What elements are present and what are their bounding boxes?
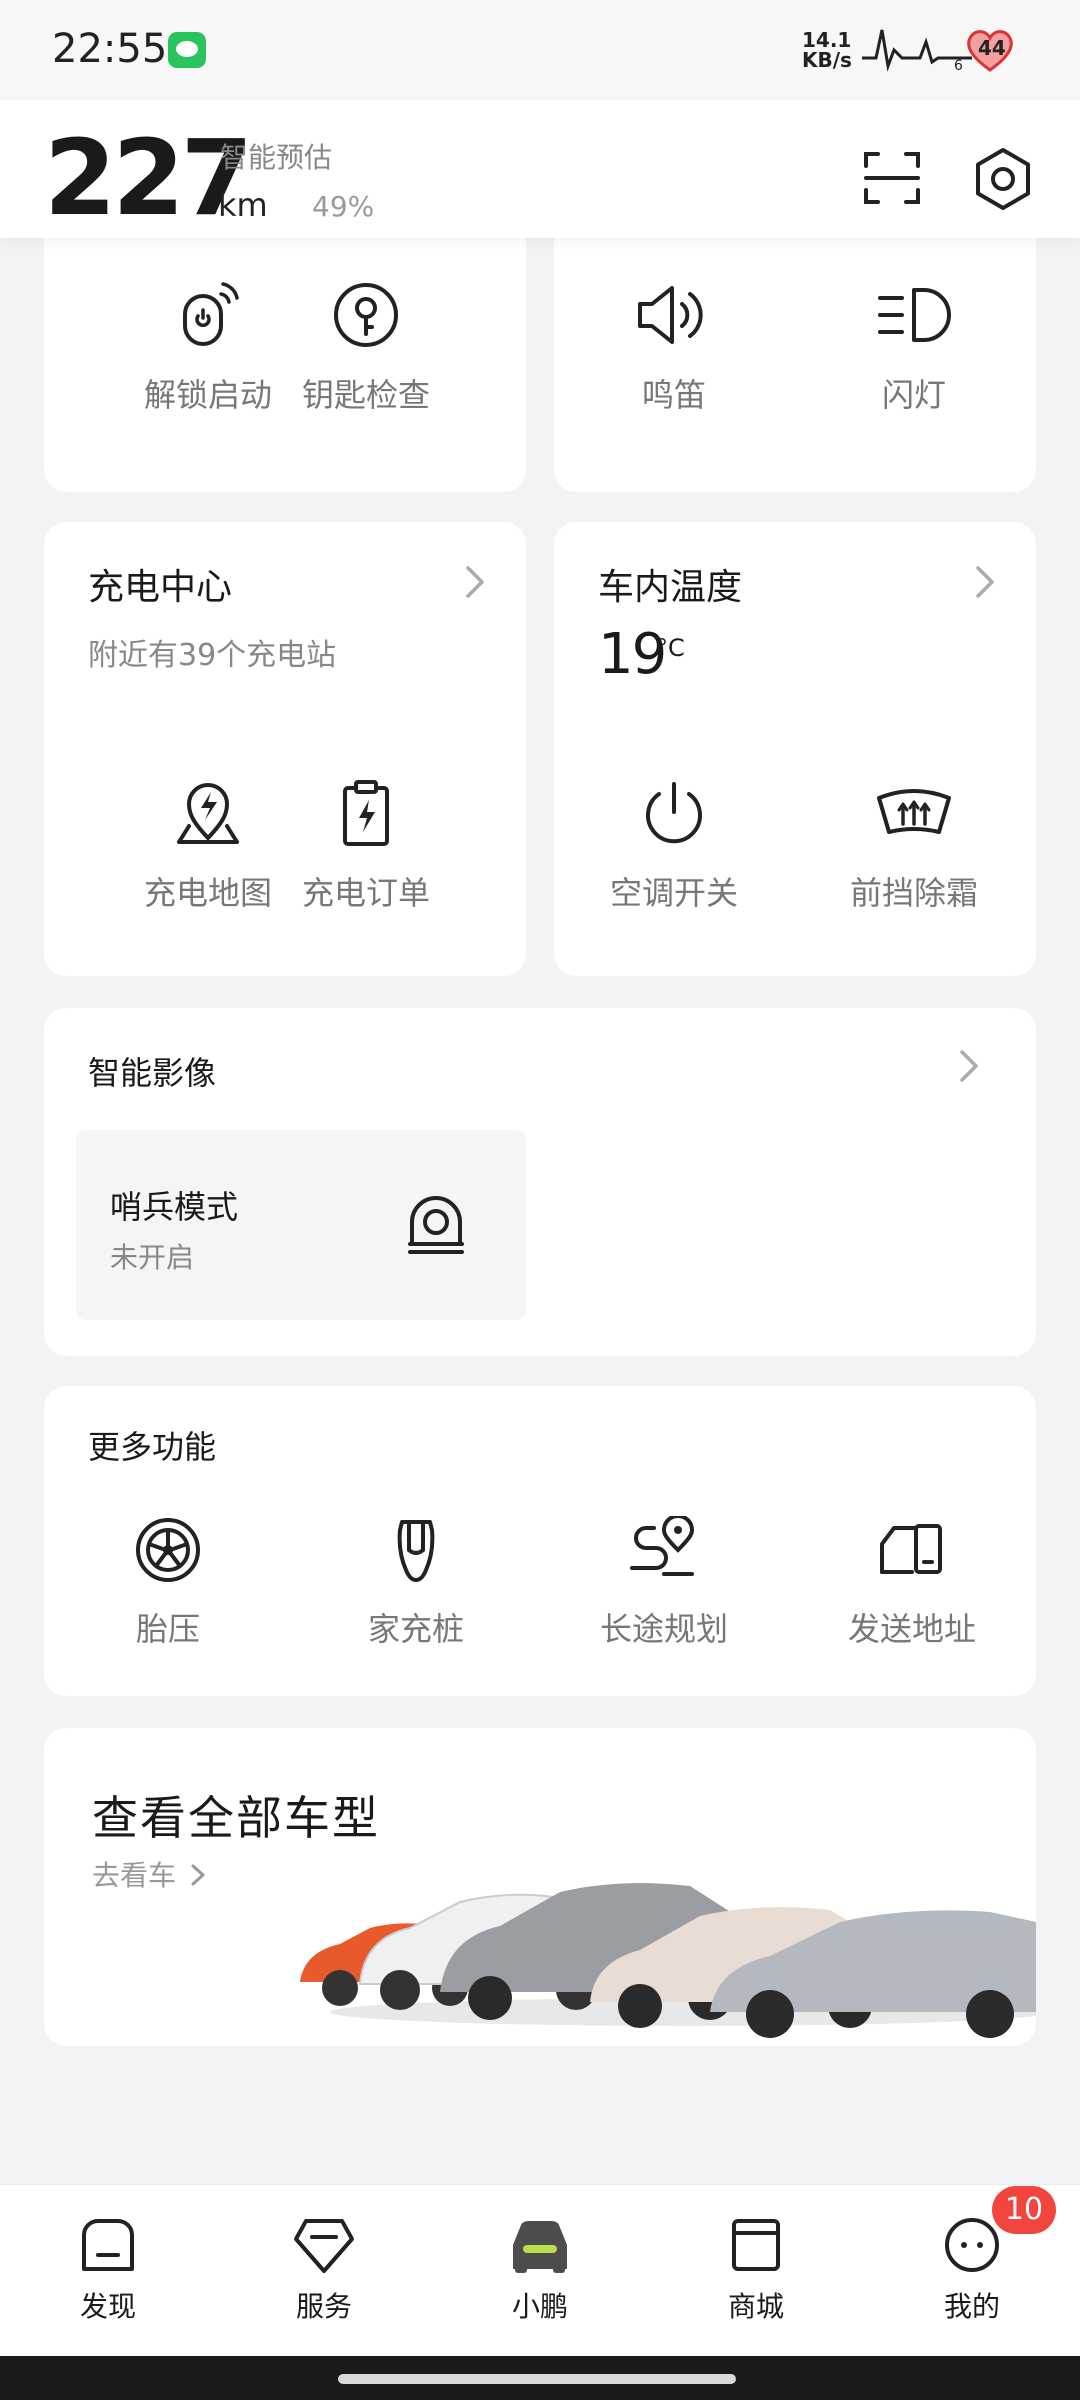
settings-icon[interactable] <box>970 146 1036 212</box>
windshield-defrost-icon <box>877 789 951 834</box>
cabin-temperature-card[interactable]: 车内温度 空调开关 前挡除霜 <box>554 522 1036 976</box>
sentry-mode-status: 未开启 <box>110 1241 195 1274</box>
more-features-card: 更多功能 胎压 家充桩 长途规划 发送地址 <box>44 1386 1036 1696</box>
chevron-right-icon <box>191 1864 205 1886</box>
chevron-right-icon <box>976 566 994 598</box>
tire-pressure-tile[interactable]: 胎压 <box>68 1516 268 1650</box>
battery-percent: 49% <box>312 190 375 223</box>
message-notification-icon <box>168 32 206 68</box>
status-time: 22:55 <box>52 26 168 72</box>
chevron-right-icon <box>466 566 484 598</box>
charging-order-tile[interactable]: 充电订单 <box>266 778 466 914</box>
horn-icon <box>638 286 703 344</box>
service-icon <box>294 2219 354 2273</box>
ac-switch-label: 空调开关 <box>609 874 738 912</box>
nav-service-label: 服务 <box>295 2290 352 2323</box>
nav-xpeng[interactable]: 小鹏 <box>470 2215 610 2325</box>
route-planning-tile[interactable]: 长途规划 <box>564 1516 764 1650</box>
shop-icon <box>732 2219 780 2271</box>
range-label: 智能预估 <box>220 141 333 174</box>
charging-center-card[interactable]: 充电中心 附近有39个充电站 充电地图 充电订单 <box>44 522 526 976</box>
nav-service[interactable]: 服务 <box>254 2215 394 2325</box>
nav-xpeng-label: 小鹏 <box>511 2290 568 2323</box>
nav-discover[interactable]: 发现 <box>38 2215 178 2325</box>
send-address-label: 发送地址 <box>847 1610 976 1648</box>
nav-shop-label: 商城 <box>727 2290 784 2323</box>
cabin-temperature-title: 车内温度 <box>598 567 743 608</box>
car-icon <box>513 2221 567 2273</box>
windshield-defrost-label: 前挡除霜 <box>849 874 978 912</box>
bottom-navigation: 发现 服务 小鹏 商城 我的 <box>0 2184 1080 2356</box>
send-address-icon <box>880 1524 942 1574</box>
charging-nearby-text: 附近有39个充电站 <box>88 638 337 673</box>
range-unit: km <box>218 186 268 224</box>
quick-control-card-right: 鸣笛 闪灯 <box>554 200 1036 492</box>
home-charger-label: 家充桩 <box>367 1610 464 1648</box>
view-cars-label: 去看车 <box>92 1859 177 1892</box>
smart-camera-title: 智能影像 <box>88 1054 217 1092</box>
route-planning-icon <box>630 1516 695 1576</box>
charging-order-label: 充电订单 <box>301 874 430 912</box>
remote-unlock-icon <box>183 282 239 346</box>
route-planning-label: 长途规划 <box>599 1610 728 1648</box>
flash-lights-label: 闪灯 <box>881 376 946 414</box>
network-speed-unit: KB/s <box>802 48 852 72</box>
sentry-camera-icon <box>408 1196 464 1254</box>
notification-badge: 10 <box>992 2186 1056 2234</box>
more-features-title: 更多功能 <box>88 1428 217 1466</box>
car-lineup-image <box>300 1883 1036 2038</box>
horn-label: 鸣笛 <box>641 376 706 414</box>
ac-switch-tile[interactable]: 空调开关 <box>574 778 774 914</box>
tire-pressure-label: 胎压 <box>135 1610 200 1648</box>
flash-lights-tile[interactable]: 闪灯 <box>814 280 1014 416</box>
charging-order-icon <box>343 780 389 846</box>
home-charger-tile[interactable]: 家充桩 <box>316 1516 516 1650</box>
network-speed: 14.1 KB/s <box>802 30 852 70</box>
discover-icon <box>82 2219 134 2271</box>
nav-shop[interactable]: 商城 <box>686 2215 826 2325</box>
view-cars-link[interactable]: 去看车 <box>92 1854 207 1894</box>
nav-profile-label: 我的 <box>943 2290 1000 2323</box>
home-charger-icon <box>397 1520 435 1582</box>
key-check-tile[interactable]: 钥匙检查 <box>266 280 466 416</box>
windshield-defrost-tile[interactable]: 前挡除霜 <box>814 778 1014 914</box>
key-check-label: 钥匙检查 <box>301 376 430 414</box>
home-indicator[interactable] <box>338 2374 736 2384</box>
sentry-mode-tile[interactable]: 哨兵模式 未开启 <box>76 1130 526 1320</box>
charging-center-title: 充电中心 <box>88 567 233 608</box>
heart-rate-number: 44 <box>978 36 1006 60</box>
pulse-icon: 6 <box>862 29 972 72</box>
scan-icon[interactable] <box>862 150 922 206</box>
charging-map-icon <box>177 783 239 844</box>
cabin-temperature-unit: °C <box>656 634 685 662</box>
all-models-title: 查看全部车型 <box>92 1791 380 1845</box>
profile-icon <box>945 2218 999 2272</box>
nav-discover-label: 发现 <box>79 2290 136 2323</box>
sentry-mode-title: 哨兵模式 <box>110 1188 239 1226</box>
headlight-icon <box>878 288 951 342</box>
network-speed-value: 14.1 <box>802 28 852 52</box>
range-header: 227 智能预估 km 49% <box>0 100 1080 238</box>
chevron-right-icon[interactable] <box>956 1048 982 1084</box>
status-bar: 22:55 14.1 KB/s 6 44 <box>0 0 1080 100</box>
system-gesture-bar <box>0 2356 1080 2400</box>
power-icon <box>646 782 702 844</box>
quick-control-card-left: 解锁启动 钥匙检查 <box>44 200 526 492</box>
tire-icon <box>136 1518 200 1582</box>
pulse-number: 6 <box>954 58 963 72</box>
horn-tile[interactable]: 鸣笛 <box>574 280 774 416</box>
key-icon <box>334 283 398 347</box>
send-address-tile[interactable]: 发送地址 <box>812 1516 1012 1650</box>
